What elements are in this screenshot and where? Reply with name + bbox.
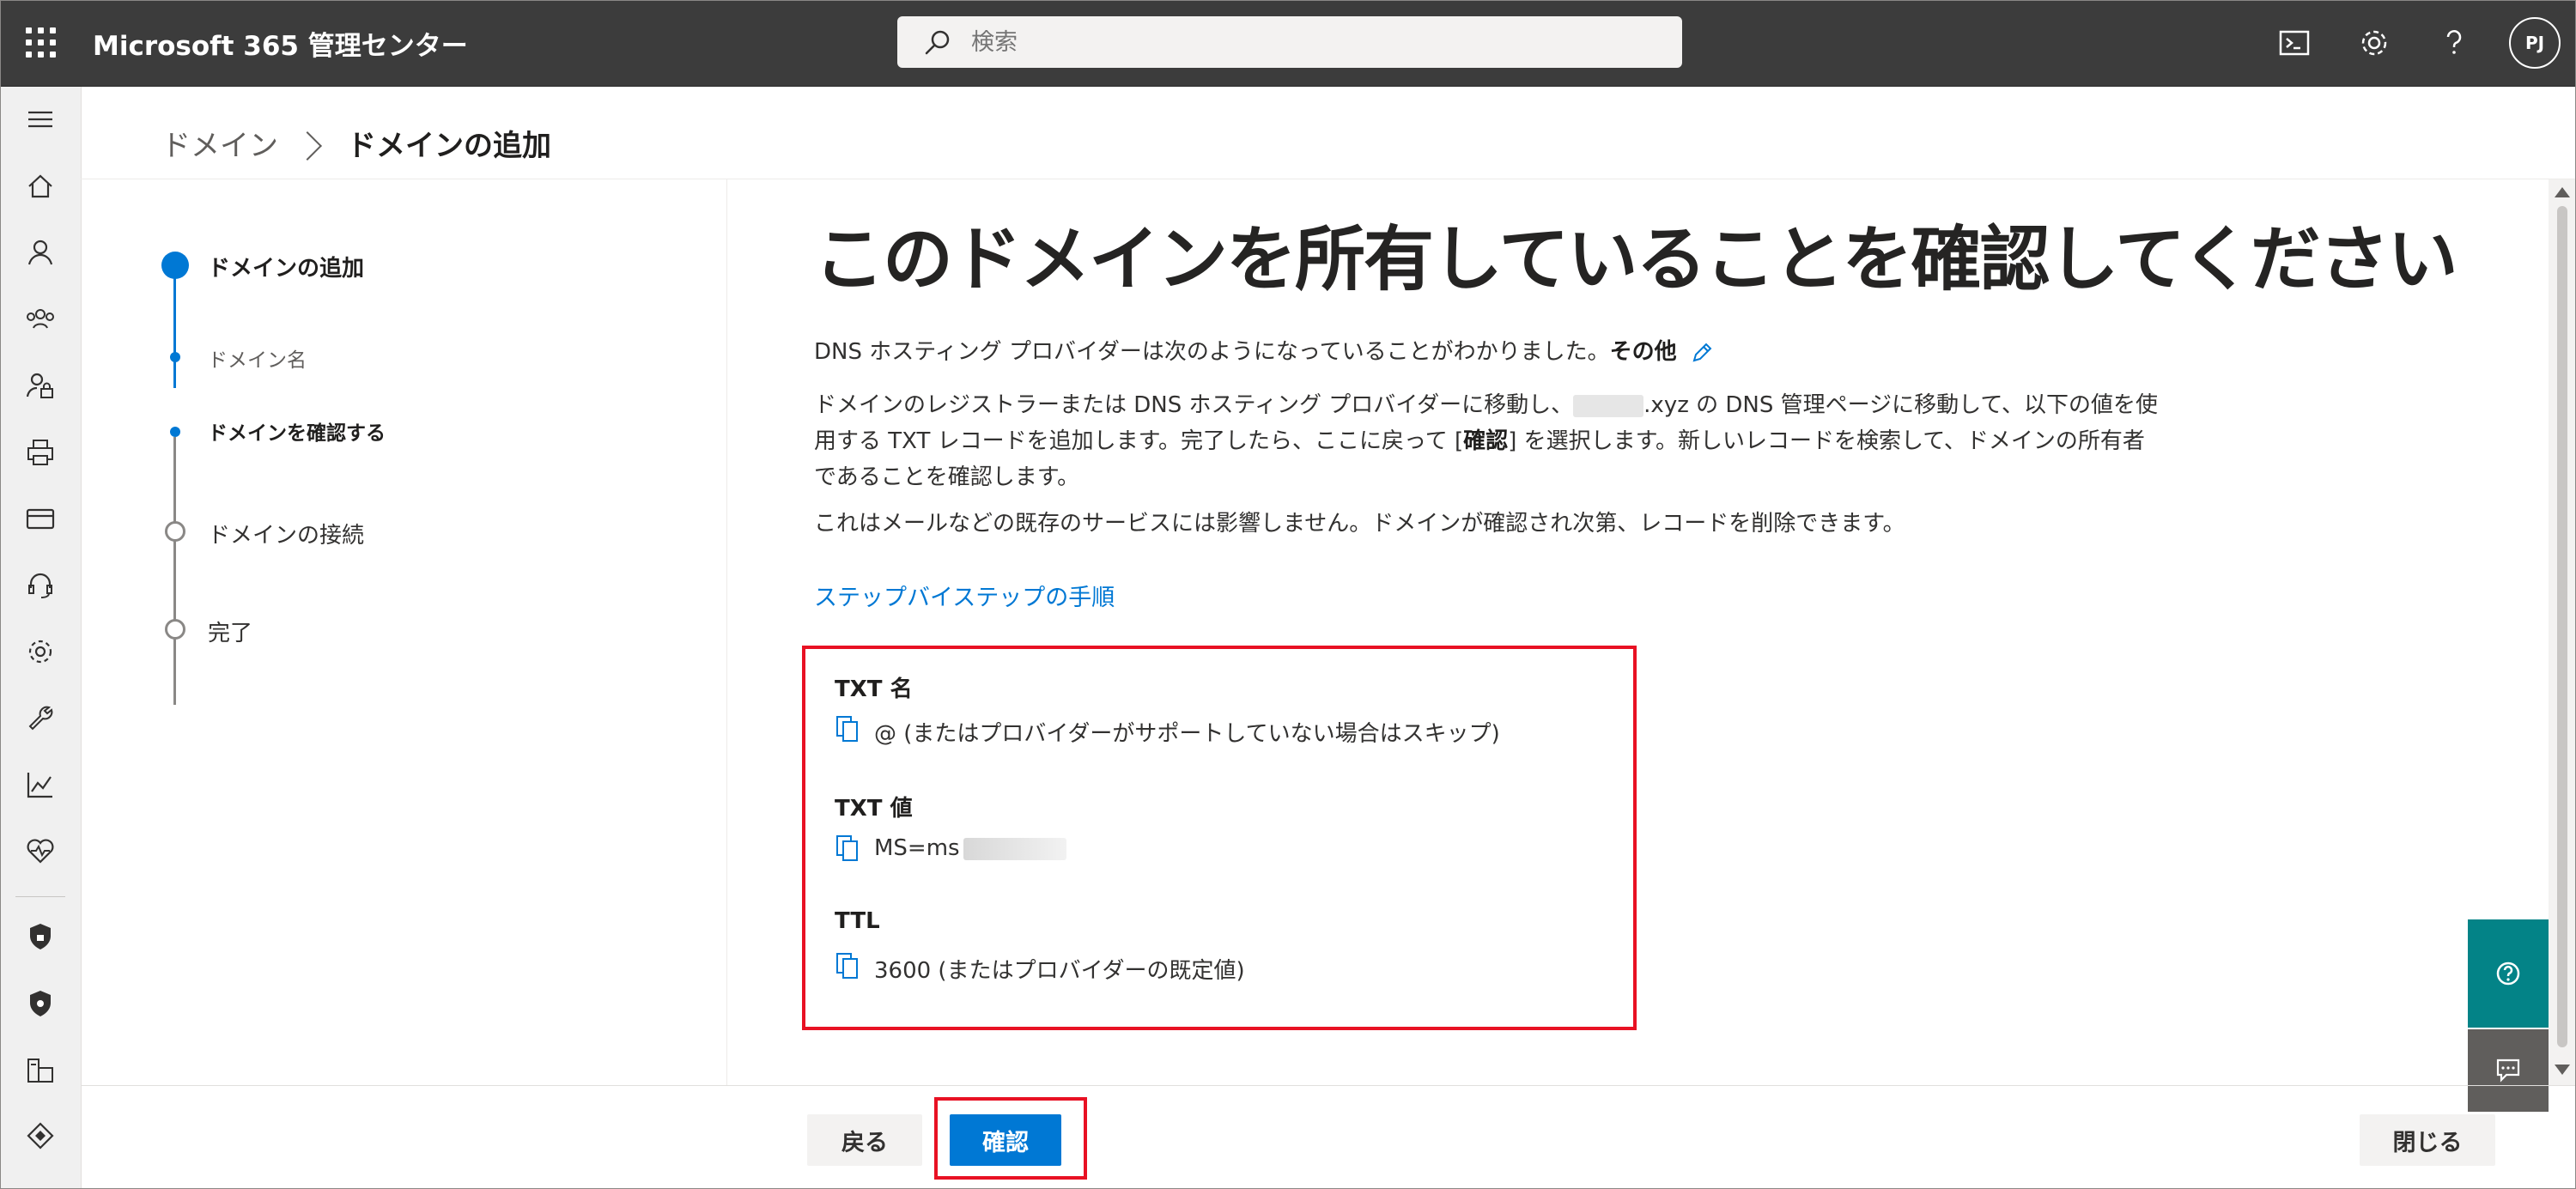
main-content: このドメインを所有していることを確認してください DNS ホスティング プロバイ… xyxy=(802,179,2523,1086)
breadcrumb-current: ドメインの追加 xyxy=(347,129,551,163)
group-icon[interactable] xyxy=(23,302,58,337)
shield-icon[interactable] xyxy=(23,919,58,954)
step-connect-domain: ドメインの接続 xyxy=(208,523,365,549)
left-nav-rail xyxy=(0,87,82,1189)
support-icon[interactable] xyxy=(23,567,58,602)
azure-icon[interactable] xyxy=(23,1119,58,1153)
terminal-icon[interactable] xyxy=(2275,24,2313,62)
step-finish: 完了 xyxy=(208,621,253,646)
txt-value-label: TXT 値 xyxy=(835,796,913,822)
step-pending-indicator xyxy=(165,521,185,542)
waffle-icon[interactable] xyxy=(24,26,58,60)
substep-indicator xyxy=(170,352,180,362)
chat-icon xyxy=(2496,1059,2520,1083)
printer-icon[interactable] xyxy=(23,435,58,470)
search-icon xyxy=(925,30,950,55)
footer-divider xyxy=(81,1085,2576,1086)
health-icon[interactable] xyxy=(23,834,58,868)
settings-icon[interactable] xyxy=(23,634,58,669)
help-float-button[interactable] xyxy=(2468,919,2549,1028)
step-current-indicator xyxy=(161,252,189,279)
gear-icon[interactable] xyxy=(2355,24,2393,62)
scroll-thumb[interactable] xyxy=(2557,206,2567,1047)
step-add-domain: ドメインの追加 xyxy=(208,256,365,282)
copy-icon[interactable] xyxy=(835,834,860,863)
admin-center-icon[interactable] xyxy=(23,1053,58,1087)
step-by-step-link[interactable]: ステップバイステップの手順 xyxy=(814,579,1115,612)
home-icon[interactable] xyxy=(23,169,58,203)
chevron-right-icon xyxy=(293,130,322,161)
step-pending-indicator xyxy=(165,619,185,640)
txt-name-value: @ (またはプロバイダーがサポートしていない場合はスキップ) xyxy=(874,721,1500,747)
page-title: このドメインを所有していることを確認してください xyxy=(814,219,2458,300)
provider-name: その他 xyxy=(1609,339,1677,365)
app-title[interactable]: Microsoft 365 管理センター xyxy=(93,24,468,63)
search-input[interactable] xyxy=(971,16,1658,68)
confirm-highlight-box xyxy=(934,1097,1087,1180)
pencil-icon[interactable] xyxy=(1689,340,1715,366)
feedback-float-button[interactable] xyxy=(2468,1029,2549,1112)
provider-line: DNS ホスティング プロバイダーは次のようになっていることがわかりました。その… xyxy=(814,334,2222,370)
search-box[interactable] xyxy=(897,16,1682,68)
back-button[interactable]: 戻る xyxy=(807,1114,922,1166)
instructions: ドメインのレジストラーまたは DNS ホスティング プロバイダーに移動し、 .xy… xyxy=(814,392,2159,490)
help-circle-icon xyxy=(2496,962,2520,986)
note-text: これはメールなどの既存のサービスには影響しません。ドメインが確認され次第、レコー… xyxy=(814,511,1905,537)
reports-icon[interactable] xyxy=(23,767,58,802)
copy-icon[interactable] xyxy=(835,714,860,743)
substep-indicator xyxy=(170,427,180,437)
menu-icon[interactable] xyxy=(23,102,58,136)
scroll-down-icon[interactable] xyxy=(2555,1065,2570,1075)
txt-name-label: TXT 名 xyxy=(835,676,913,702)
step-connector xyxy=(173,437,176,705)
help-icon[interactable] xyxy=(2435,24,2473,62)
breadcrumb-domains-link[interactable]: ドメイン xyxy=(161,129,278,163)
provider-text: DNS ホスティング プロバイダーは次のようになっていることがわかりました。 xyxy=(814,339,1610,365)
shield-icon[interactable] xyxy=(23,986,58,1021)
redacted-domain xyxy=(1573,394,1644,417)
ttl-value: 3600 (またはプロバイダーの既定値) xyxy=(874,958,1245,984)
billing-icon[interactable] xyxy=(23,501,58,536)
ttl-label: TTL xyxy=(835,908,880,934)
step-domain-name: ドメイン名 xyxy=(208,349,307,372)
redacted-txt-value xyxy=(963,837,1066,860)
wrench-icon[interactable] xyxy=(23,701,58,735)
top-bar: Microsoft 365 管理センター PJ xyxy=(0,0,2576,87)
copy-icon[interactable] xyxy=(835,951,860,980)
step-verify-domain: ドメインを確認する xyxy=(208,422,386,445)
wizard-steps: ドメインの追加 ドメイン名 ドメインを確認する ドメインの接続 完了 xyxy=(81,179,727,1086)
txt-record-panel: TXT 名 @ (またはプロバイダーがサポートしていない場合はスキップ) TXT… xyxy=(802,646,1637,1030)
breadcrumb: ドメイン ドメインの追加 xyxy=(161,122,551,164)
txt-value-value: MS=ms xyxy=(874,835,960,861)
user-lock-icon[interactable] xyxy=(23,368,58,403)
close-button[interactable]: 閉じる xyxy=(2360,1114,2495,1166)
avatar[interactable]: PJ xyxy=(2509,17,2561,69)
user-icon[interactable] xyxy=(23,235,58,270)
scroll-up-icon[interactable] xyxy=(2555,187,2570,197)
rail-divider xyxy=(15,896,65,897)
